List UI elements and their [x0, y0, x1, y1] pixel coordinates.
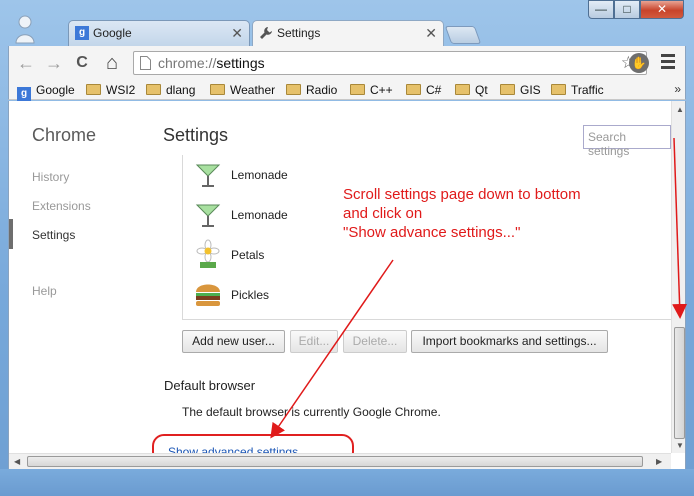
folder-icon [551, 84, 566, 95]
scroll-up-arrow-icon[interactable]: ▲ [676, 105, 684, 114]
page-title: Settings [163, 125, 229, 145]
folder-icon [146, 84, 161, 95]
window-bottom-frame [0, 469, 694, 496]
tab-label: Google [93, 26, 132, 40]
bookmark-label: WSI2 [106, 83, 136, 97]
bookmark-folder-weather[interactable]: Weather [210, 82, 275, 98]
cocktail-avatar-icon [195, 204, 221, 227]
wrench-icon [260, 27, 272, 39]
address-bar[interactable]: chrome://settings ☆ [133, 51, 647, 75]
bookmarks-overflow-chevron-icon[interactable]: » [674, 82, 681, 96]
sidebar-item-history[interactable]: History [32, 170, 69, 184]
folder-icon [455, 84, 470, 95]
bookmark-label: Radio [306, 83, 338, 97]
home-icon[interactable]: ⌂ [101, 52, 123, 74]
sidebar-active-indicator [9, 219, 13, 249]
maximize-button[interactable]: □ [614, 0, 640, 19]
close-window-button[interactable]: ✕ [640, 0, 684, 19]
sidebar-item-extensions[interactable]: Extensions [32, 199, 91, 213]
folder-icon [210, 84, 225, 95]
annotation-text: Scroll settings page down to bottom and … [343, 186, 581, 241]
vertical-scrollbar[interactable]: ▲ ▼ [671, 101, 685, 453]
bookmark-label: Traffic [571, 83, 604, 97]
bookmark-folder-qt[interactable]: Qt [455, 82, 488, 98]
bookmark-label: Google [36, 83, 75, 97]
edit-user-button[interactable]: Edit... [290, 330, 338, 353]
import-bookmarks-button[interactable]: Import bookmarks and settings... [411, 330, 608, 353]
scroll-down-arrow-icon[interactable]: ▼ [676, 441, 684, 450]
burger-avatar-icon [196, 284, 220, 306]
forward-arrow-icon[interactable]: → [43, 52, 65, 74]
folder-icon [350, 84, 365, 95]
bookmark-label: Qt [475, 83, 488, 97]
settings-page: Chrome History Extensions Settings Help … [8, 101, 686, 469]
search-settings-input[interactable]: Search settings [583, 125, 671, 158]
bookmark-label: GIS [520, 83, 541, 97]
tab-label: Settings [277, 26, 321, 40]
scroll-right-arrow-icon[interactable]: ▶ [656, 457, 662, 466]
close-icon[interactable]: ✕ [425, 21, 437, 45]
user-name: Petals [231, 248, 265, 262]
tab-settings[interactable]: Settings ✕ [252, 20, 444, 46]
bookmark-folder-radio[interactable]: Radio [286, 82, 337, 98]
folder-icon [86, 84, 101, 95]
bookmark-folder-wsi2[interactable]: WSI2 [86, 82, 135, 98]
minimize-button[interactable]: — [588, 0, 614, 19]
new-tab-button[interactable] [444, 26, 482, 44]
folder-icon [500, 84, 515, 95]
google-icon: g [17, 87, 31, 101]
url-text[interactable]: chrome://settings [158, 55, 265, 71]
user-name: Pickles [231, 288, 270, 302]
person-icon[interactable] [14, 14, 36, 44]
reload-icon[interactable]: C [71, 52, 93, 74]
bookmark-label: Weather [230, 83, 276, 97]
bookmark-label: dlang [166, 83, 196, 97]
tab-google[interactable]: g Google ✕ [68, 20, 250, 46]
default-browser-text: The default browser is currently Google … [182, 405, 441, 419]
toolbar: ← → C ⌂ chrome://settings ☆ ✋ [8, 46, 686, 80]
horizontal-scroll-thumb[interactable] [27, 456, 643, 467]
default-browser-heading: Default browser [164, 378, 256, 393]
bookmark-label: C# [426, 83, 442, 97]
url-path: settings [216, 55, 265, 71]
extension-hand-icon[interactable]: ✋ [629, 53, 649, 73]
bookmark-folder-traffic[interactable]: Traffic [551, 82, 604, 98]
menu-icon[interactable] [661, 54, 675, 72]
sidebar-title: Chrome [32, 125, 97, 145]
bookmark-folder-gis[interactable]: GIS [500, 82, 541, 98]
bookmark-label: C++ [370, 83, 393, 97]
bookmark-google[interactable]: g Google [17, 82, 75, 101]
user-name: Lemonade [231, 168, 288, 182]
close-icon[interactable]: ✕ [231, 21, 243, 45]
vertical-scroll-thumb[interactable] [674, 327, 685, 439]
folder-icon [286, 84, 301, 95]
bookmark-folder-cpp[interactable]: C++ [350, 82, 393, 98]
horizontal-scrollbar[interactable]: ◀ ▶ [9, 453, 671, 469]
google-favicon: g [75, 26, 89, 40]
daisy-avatar-icon [196, 239, 220, 268]
bookmarks-bar: g Google WSI2 dlang Weather Radio C++ C# … [8, 80, 686, 101]
folder-icon [406, 84, 421, 95]
sidebar-item-help[interactable]: Help [32, 284, 57, 298]
scroll-left-arrow-icon[interactable]: ◀ [14, 457, 20, 466]
user-name: Lemonade [231, 208, 288, 222]
bookmark-folder-dlang[interactable]: dlang [146, 82, 195, 98]
url-scheme: chrome:// [158, 55, 217, 71]
add-new-user-button[interactable]: Add new user... [182, 330, 285, 353]
back-arrow-icon[interactable]: ← [15, 52, 37, 74]
sidebar-item-settings[interactable]: Settings [32, 228, 75, 242]
delete-user-button[interactable]: Delete... [343, 330, 407, 353]
cocktail-avatar-icon [195, 164, 221, 187]
page-icon [140, 56, 151, 70]
bookmark-folder-csharp[interactable]: C# [406, 82, 441, 98]
